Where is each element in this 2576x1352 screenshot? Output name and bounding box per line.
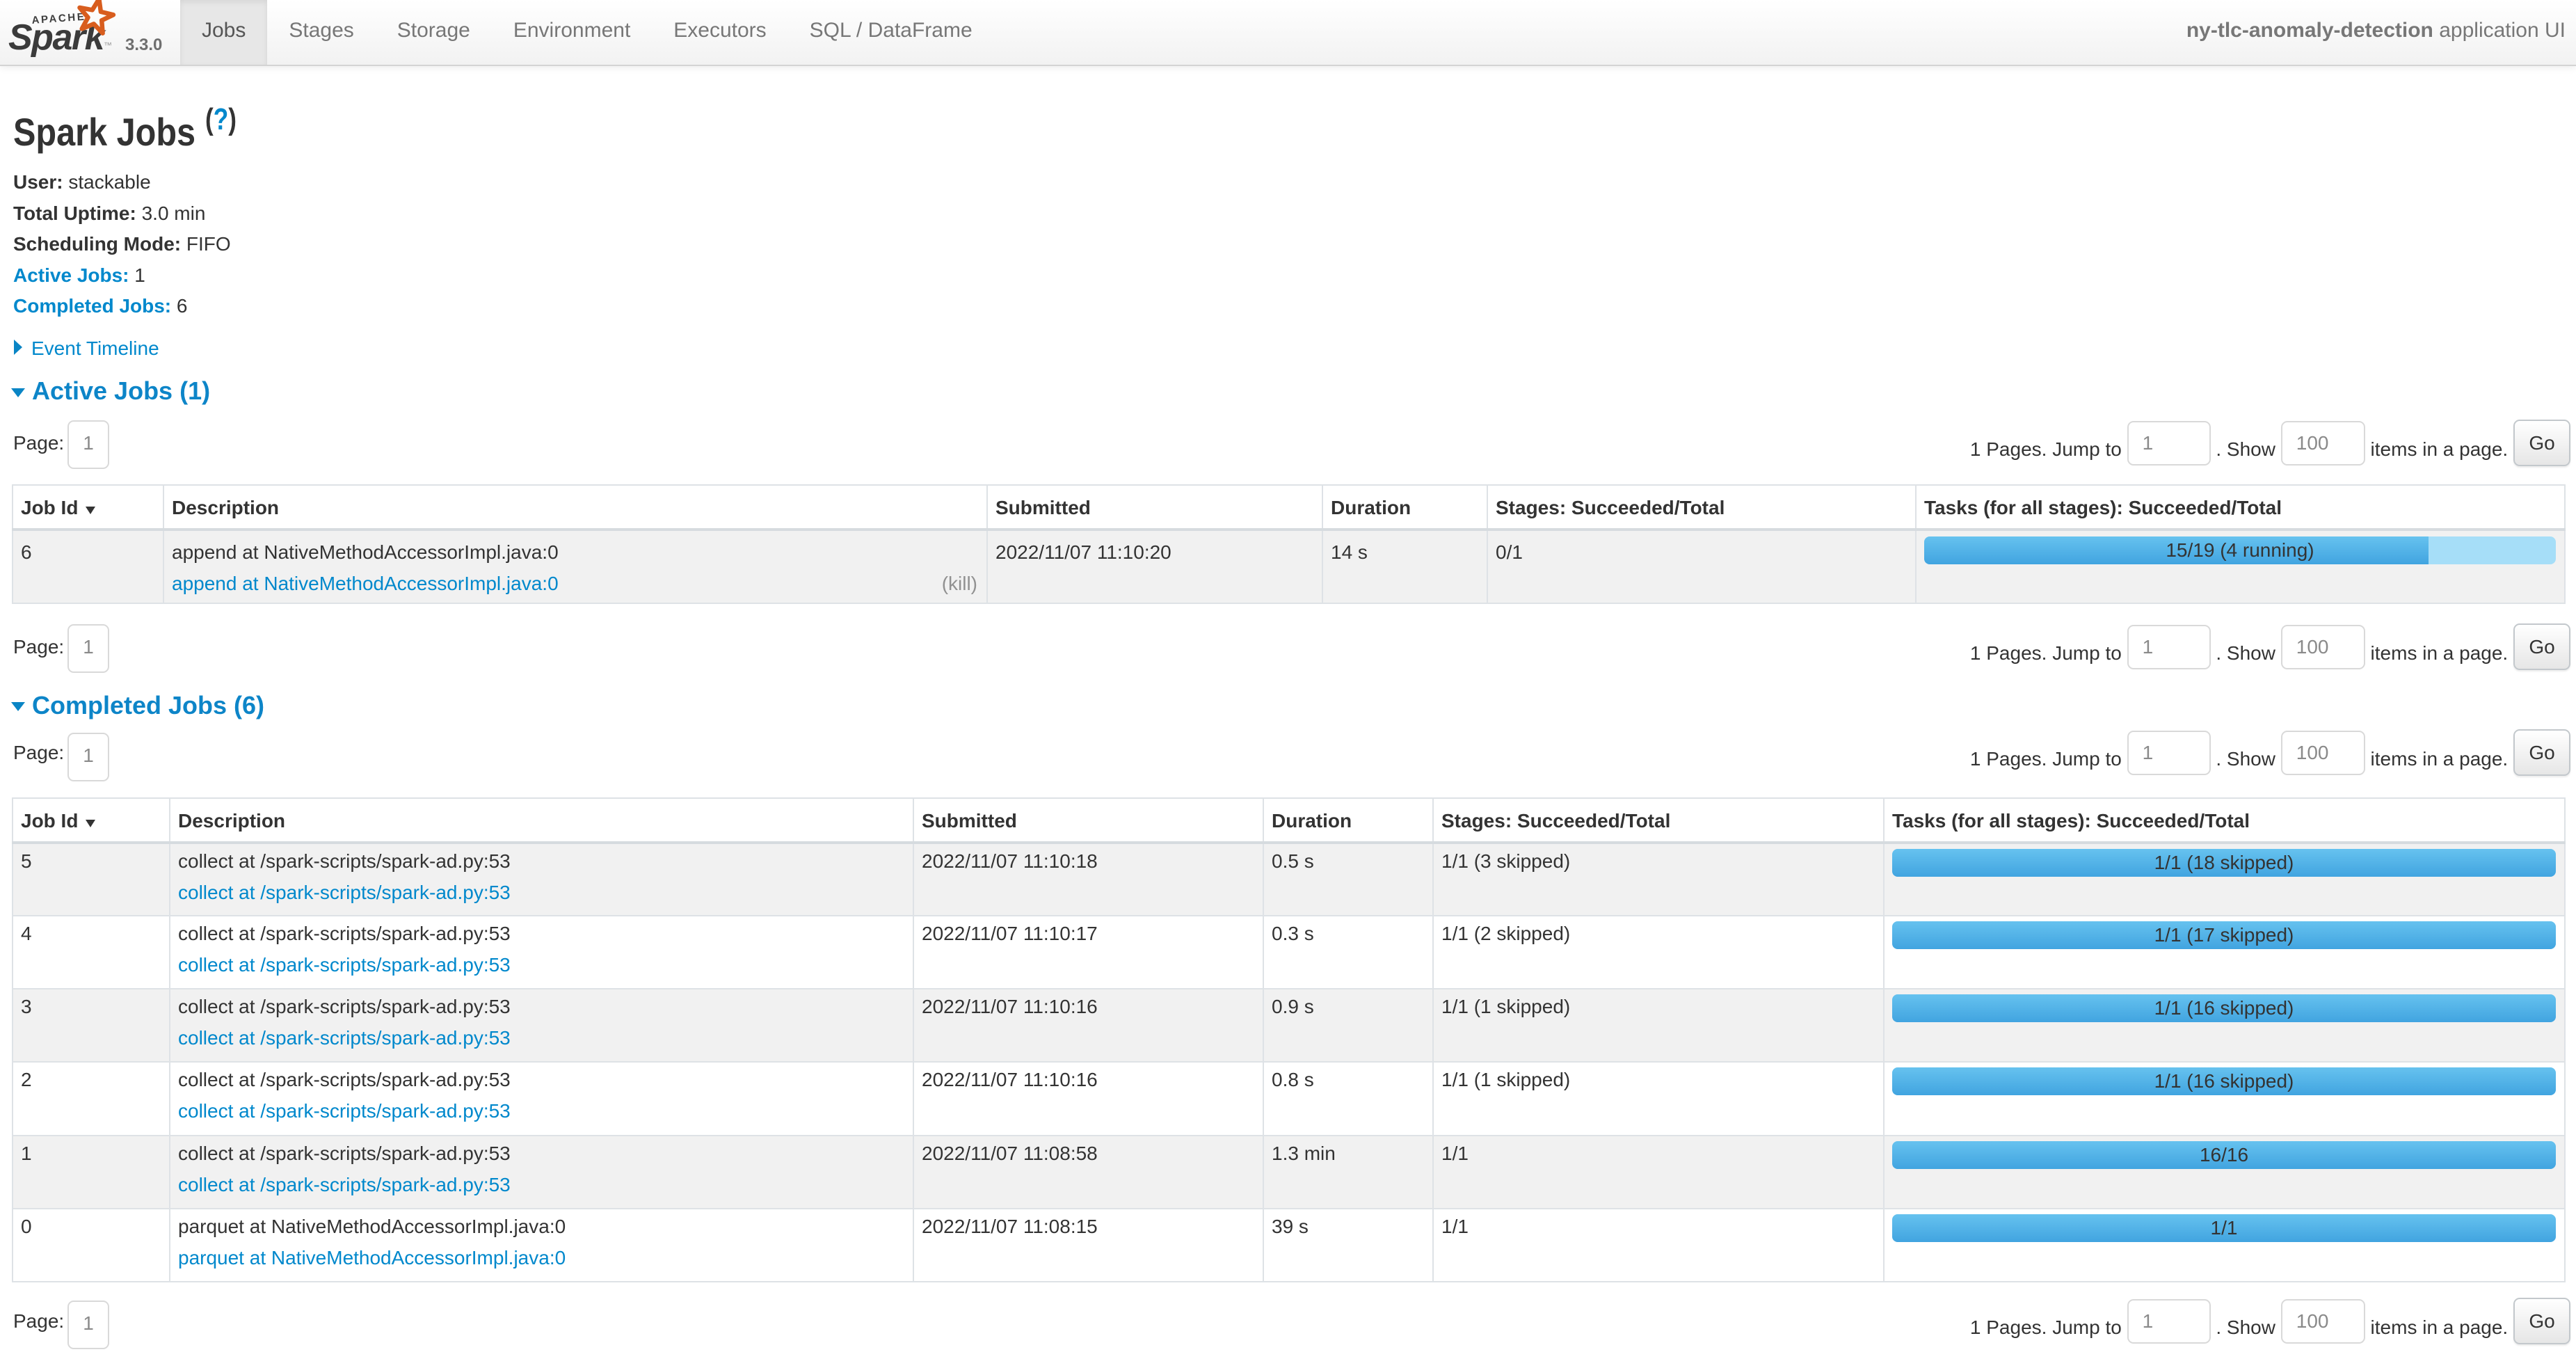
svg-text:™: ™	[104, 40, 112, 50]
